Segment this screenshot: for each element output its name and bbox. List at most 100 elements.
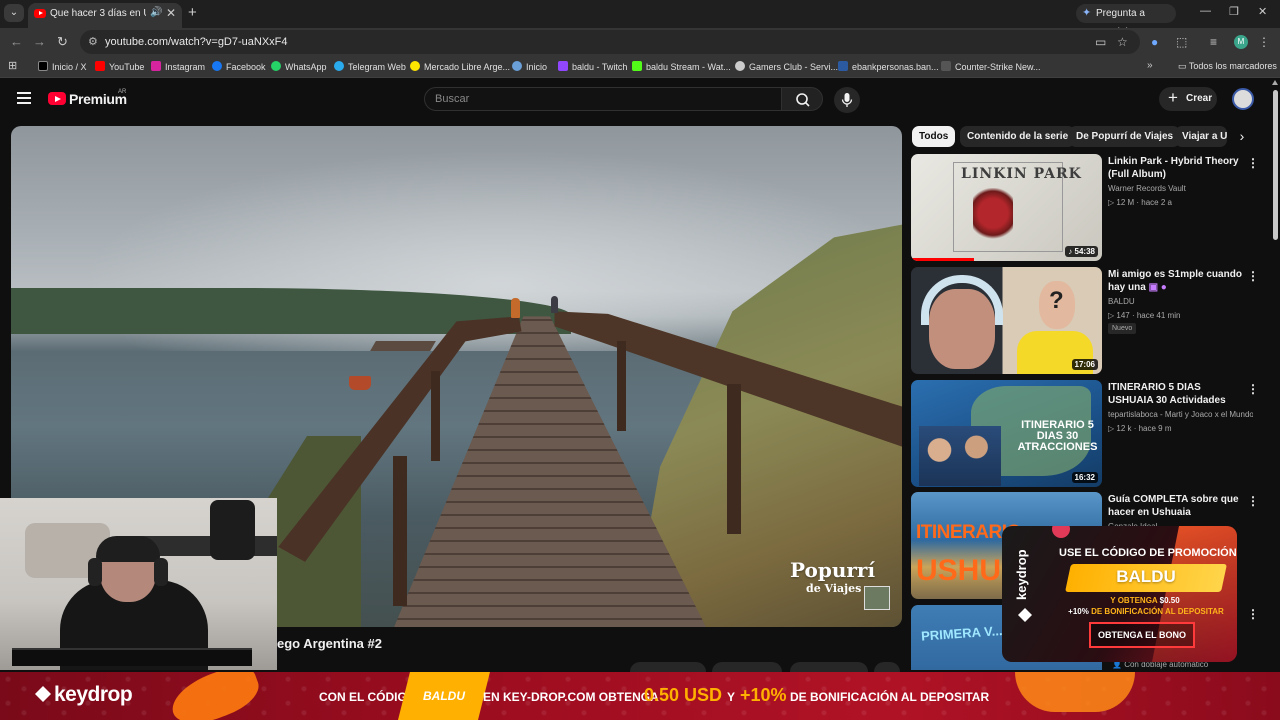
youtube-logo-icon[interactable]	[48, 92, 66, 105]
url-text[interactable]: youtube.com/watch?v=gD7-uaNXxF4	[105, 36, 288, 48]
search-button[interactable]	[781, 87, 823, 111]
create-button[interactable]: + Crear	[1159, 87, 1217, 111]
site-info-icon[interactable]: ⚙	[88, 35, 98, 48]
extension-shield-icon[interactable]: ●	[1151, 35, 1158, 49]
recommendation-item[interactable]: ITINERARIO 5 DIAS 30 ATRACCIONES 16:32 I…	[911, 380, 1266, 488]
close-window-icon[interactable]: ✕	[1258, 5, 1267, 18]
all-bookmarks-folder[interactable]: ▭ Todos los marcadores	[1178, 61, 1277, 72]
cast-icon[interactable]: ▭	[1095, 35, 1106, 49]
back-arrow-icon[interactable]: ←	[10, 34, 23, 49]
hamburger-menu-icon[interactable]	[17, 92, 31, 104]
tab-search-chevron-icon[interactable]: ⌄	[4, 4, 24, 22]
download-button[interactable]	[790, 662, 868, 672]
chip-series[interactable]: Contenido de la serie	[960, 126, 1076, 147]
bookmark-whatsapp[interactable]: WhatsApp	[271, 61, 327, 72]
headset-icon	[154, 558, 168, 586]
close-tab-icon[interactable]: ✕	[166, 6, 176, 20]
extensions-puzzle-icon[interactable]: ⬚	[1176, 35, 1187, 49]
recommendation-meta: ▷ 147 · hace 41 min	[1108, 311, 1181, 320]
restore-window-icon[interactable]: ❐	[1229, 5, 1239, 18]
search-placeholder: Buscar	[435, 93, 470, 105]
kebab-menu-icon[interactable]: ⋮	[1247, 494, 1259, 508]
gemini-button[interactable]: ✦ Pregunta a Gemini	[1076, 4, 1176, 38]
apps-grid-icon[interactable]: ⊞	[8, 59, 17, 72]
bookmark-x[interactable]: Inicio / X	[38, 61, 87, 72]
duration-badge: 17:06	[1071, 359, 1098, 370]
bookmark-star-icon[interactable]: ☆	[1117, 35, 1128, 49]
x-icon	[38, 61, 48, 71]
more-actions-button[interactable]	[874, 662, 900, 672]
headset-icon	[88, 558, 102, 586]
video-thumbnail[interactable]: LINKIN PARK ♪ 54:38	[911, 154, 1102, 261]
bookmark-mercadolibre[interactable]: Mercado Libre Arge...	[410, 61, 510, 72]
thumbnail-people	[919, 426, 1001, 486]
bookmark-twitch[interactable]: baldu - Twitch	[558, 61, 627, 72]
recommendation-title[interactable]: ITINERARIO 5 DIAS USHUAIA 30 Actividades…	[1108, 381, 1246, 407]
get-bonus-button[interactable]: OBTENGA EL BONO	[1089, 622, 1195, 648]
browser-tab-active[interactable]: Que hacer 3 días en Ushuaia 🔊 ✕	[28, 3, 182, 28]
video-thumbnail[interactable]: ITINERARIO 5 DIAS 30 ATRACCIONES 16:32	[911, 380, 1102, 487]
new-tab-plus-icon[interactable]: +	[188, 4, 197, 21]
recommendation-title[interactable]: Mi amigo es S1mple cuando hay una ▣ ●	[1108, 268, 1246, 294]
recommendation-channel[interactable]: tepartislaboca - Marti y Joaco x el Mund…	[1108, 410, 1253, 419]
reload-icon[interactable]: ↻	[57, 34, 68, 50]
chip-channel[interactable]: De Popurrí de Viajes	[1069, 126, 1181, 147]
promo-line-2: +10% DE BONIFICACIÓN AL DEPOSITAR	[1068, 607, 1224, 616]
bookmark-counterstrike[interactable]: Counter-Strike New...	[941, 61, 1041, 72]
video-hiker	[511, 298, 520, 318]
kebab-menu-icon[interactable]: ⋮	[1247, 156, 1259, 170]
bookmark-ebank[interactable]: ebankpersonas.ban...	[838, 61, 939, 72]
telegram-icon	[334, 61, 344, 71]
browser-menu-icon[interactable]: ⋮	[1258, 35, 1270, 49]
chip-travel[interactable]: Viajar a Ushuaia	[1175, 126, 1227, 147]
like-button[interactable]	[630, 662, 706, 672]
banner-amount: 0.50 USD	[644, 685, 723, 705]
speaker-icon[interactable]: 🔊	[150, 7, 162, 18]
promo-code: BALDU	[1116, 567, 1176, 586]
recommendation-title[interactable]: Linkin Park - Hybrid Theory (Full Album)	[1108, 155, 1246, 181]
omnibox[interactable]: ⚙ youtube.com/watch?v=gD7-uaNXxF4 ▭ ☆	[80, 30, 1140, 54]
bookmark-instagram[interactable]: Instagram	[151, 61, 205, 72]
banner-text-3: Y	[727, 690, 736, 704]
share-button[interactable]	[712, 662, 782, 672]
bookmark-telegram[interactable]: Telegram Web	[334, 61, 406, 72]
recommendation-channel[interactable]: BALDU	[1108, 297, 1253, 306]
minimize-window-icon[interactable]: —	[1200, 5, 1211, 17]
account-avatar[interactable]	[1232, 88, 1254, 110]
scroll-up-arrow-icon[interactable]	[1272, 80, 1278, 85]
thumbnail-text: ITINERARIO 5 DIAS 30 ATRACCIONES	[1017, 419, 1098, 453]
chevron-right-icon[interactable]: ›	[1228, 126, 1256, 147]
kebab-menu-icon[interactable]: ⋮	[1247, 382, 1259, 396]
twitch-icon	[558, 61, 568, 71]
webcam-person-cap	[96, 536, 160, 562]
recommendation-title[interactable]: Guía COMPLETA sobre que hacer en Ushuaia	[1108, 493, 1246, 519]
voice-search-button[interactable]	[834, 87, 860, 113]
bookmark-inicio[interactable]: Inicio	[512, 61, 547, 72]
kebab-menu-icon[interactable]: ⋮	[1247, 269, 1259, 283]
page-scrollbar[interactable]	[1270, 78, 1280, 670]
forward-arrow-icon[interactable]: →	[33, 34, 46, 49]
kebab-menu-icon[interactable]: ⋮	[1247, 607, 1259, 621]
bookmark-facebook[interactable]: Facebook	[212, 61, 266, 72]
browser-tab-bar: ⌄ Que hacer 3 días en Ushuaia 🔊 ✕ + ✦ Pr…	[0, 0, 1280, 38]
scrollbar-thumb[interactable]	[1273, 90, 1278, 240]
question-mark-text: ?	[1049, 287, 1064, 314]
chip-all[interactable]: Todos	[912, 126, 956, 147]
banner-text-4: DE BONIFICACIÓN AL DEPOSITAR	[790, 690, 990, 704]
video-watermark-badge	[864, 586, 890, 610]
recommendation-item[interactable]: ? 17:06 Mi amigo es S1mple cuando hay un…	[911, 267, 1266, 375]
recommendation-channel[interactable]: Warner Records Vault	[1108, 184, 1253, 193]
more-bookmarks-chevron-icon[interactable]: »	[1147, 60, 1153, 71]
bookmark-kick[interactable]: baldu Stream - Wat...	[632, 61, 731, 72]
create-label: Crear	[1186, 93, 1213, 104]
recommendation-item[interactable]: LINKIN PARK ♪ 54:38 Linkin Park - Hybrid…	[911, 154, 1266, 262]
video-thumbnail[interactable]: ? 17:06	[911, 267, 1102, 374]
bookmark-youtube[interactable]: YouTube	[95, 61, 144, 72]
thumbnail-text: LINKIN PARK	[961, 166, 1082, 182]
search-icon	[796, 93, 810, 107]
profile-avatar[interactable]: M	[1234, 35, 1248, 49]
bookmark-gamersclub[interactable]: Gamers Club - Servi...	[735, 61, 838, 72]
youtube-icon	[95, 61, 105, 71]
search-input[interactable]: Buscar	[424, 87, 782, 111]
media-controls-icon[interactable]: ≡	[1210, 35, 1217, 49]
